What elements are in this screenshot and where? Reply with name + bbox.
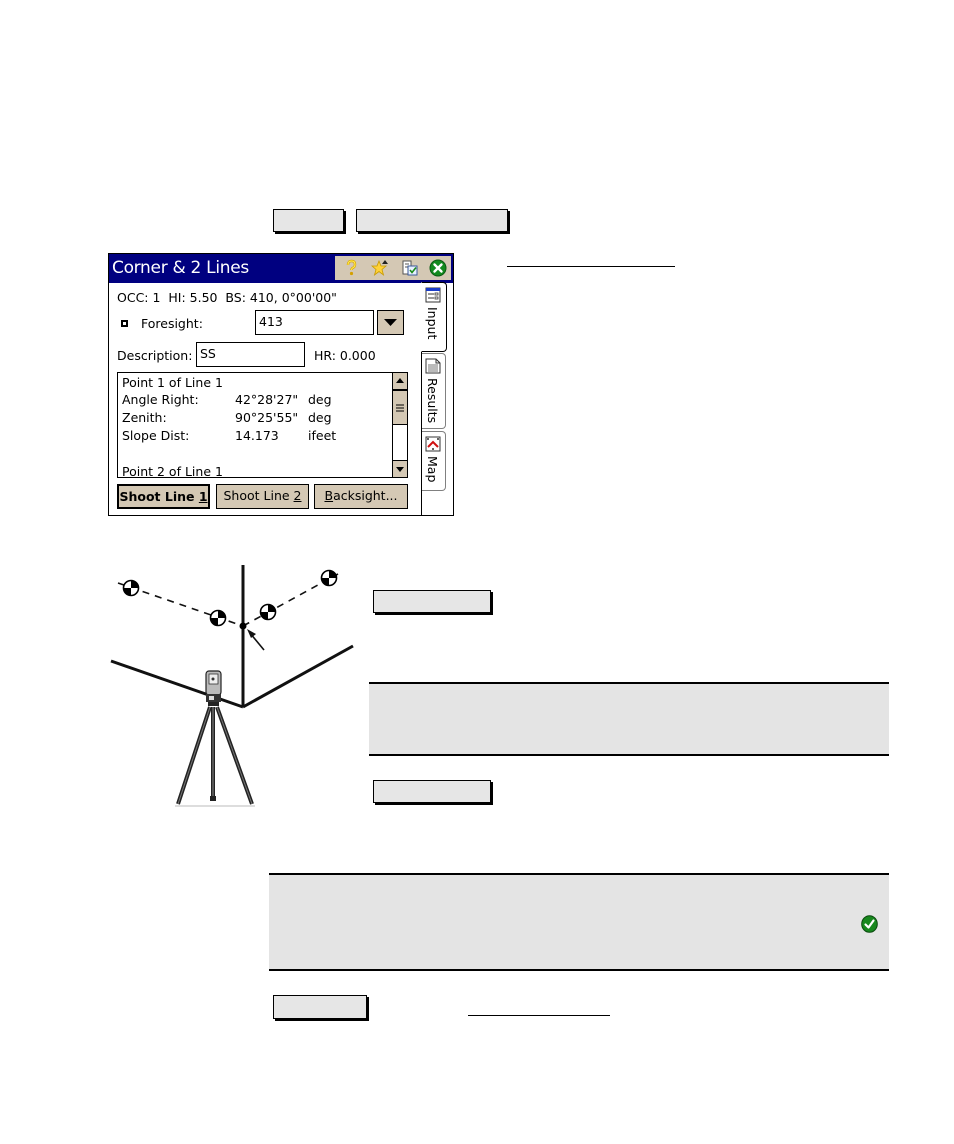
backsight-button[interactable]: Backsight... xyxy=(314,484,408,509)
results-listbox[interactable]: Point 1 of Line 1 Angle Right: 42°28'27" d… xyxy=(117,372,408,478)
list-item: Point 2 of Line 1 xyxy=(122,464,223,478)
dialog-title: Corner & 2 Lines xyxy=(112,258,249,278)
tripod-icon xyxy=(175,706,255,807)
link-underline-2[interactable] xyxy=(468,1015,610,1016)
wall-right-edge xyxy=(242,644,354,709)
wall-left-edge xyxy=(110,659,244,709)
corner-2-lines-dialog: Corner & 2 Lines OCC: 1 HI: 5.50 BS: 410… xyxy=(108,253,454,516)
tab-input[interactable]: Input xyxy=(421,282,447,352)
arrow-up-icon xyxy=(396,378,404,383)
side-button-2[interactable] xyxy=(373,780,491,803)
shoot-line-1-button[interactable]: Shoot Line 1 xyxy=(117,484,210,509)
target-line2-point1 xyxy=(259,603,277,621)
tab-results-label: Results xyxy=(425,378,440,424)
grip-icon xyxy=(396,404,404,412)
corner-point xyxy=(239,622,247,630)
vertical-tab-strip: Input Results Map xyxy=(421,282,453,515)
description-input[interactable]: SS xyxy=(196,342,305,367)
title-bar: Corner & 2 Lines xyxy=(109,254,453,283)
input-panel: OCC: 1 HI: 5.50 BS: 410, 0°00'00" Foresi… xyxy=(109,283,421,515)
target-line1-point1 xyxy=(122,579,140,597)
arrow-down-icon xyxy=(396,467,404,472)
note-box-1 xyxy=(369,682,889,756)
results-scrollbar[interactable] xyxy=(392,373,407,477)
results-sheet-icon xyxy=(425,358,441,374)
scroll-up-button[interactable] xyxy=(393,373,407,390)
list-item: Point 1 of Line 1 xyxy=(122,375,223,390)
foresight-label: Foresight: xyxy=(141,316,203,331)
scroll-down-button[interactable] xyxy=(393,460,407,477)
tab-input-label: Input xyxy=(425,307,440,340)
title-icon-group xyxy=(335,256,451,280)
list-item: Slope Dist: 14.173 ifeet xyxy=(122,428,337,443)
tab-results[interactable]: Results xyxy=(422,353,446,429)
map-icon xyxy=(425,436,441,452)
input-form-icon xyxy=(425,287,441,303)
close-icon[interactable] xyxy=(429,259,447,277)
hr-value: HR: 0.000 xyxy=(314,348,376,363)
total-station-icon xyxy=(205,670,222,706)
chevron-down-icon xyxy=(384,319,397,326)
link-underline-1[interactable] xyxy=(507,266,675,267)
corner-arrowhead xyxy=(247,629,256,638)
corner-two-lines-illustration xyxy=(110,565,354,807)
green-checkmark-icon xyxy=(861,915,878,933)
tab-map-label: Map xyxy=(425,456,440,483)
clipboard-check-icon[interactable] xyxy=(401,259,419,277)
tab-map[interactable]: Map xyxy=(422,431,446,491)
list-item: Zenith: 90°25'55" deg xyxy=(122,410,332,425)
help-icon[interactable] xyxy=(342,259,360,277)
target-line2-point2 xyxy=(320,569,338,587)
scroll-thumb[interactable] xyxy=(393,390,407,425)
side-button-1[interactable] xyxy=(373,590,491,613)
list-item: Angle Right: 42°28'27" deg xyxy=(122,392,332,407)
favorites-star-icon[interactable] xyxy=(371,259,389,277)
nav-button-1[interactable] xyxy=(273,209,344,232)
foresight-input[interactable]: 413 xyxy=(255,310,374,335)
shoot-line-2-button[interactable]: Shoot Line 2 xyxy=(216,484,309,509)
bottom-button[interactable] xyxy=(273,995,367,1019)
occupied-info: OCC: 1 HI: 5.50 BS: 410, 0°00'00" xyxy=(117,290,337,305)
foresight-bullet-icon xyxy=(121,320,128,327)
description-label: Description: xyxy=(117,348,193,363)
nav-button-2[interactable] xyxy=(356,209,508,232)
target-line1-point2 xyxy=(209,609,227,627)
foresight-dropdown-button[interactable] xyxy=(377,310,404,335)
note-box-2 xyxy=(269,873,889,971)
